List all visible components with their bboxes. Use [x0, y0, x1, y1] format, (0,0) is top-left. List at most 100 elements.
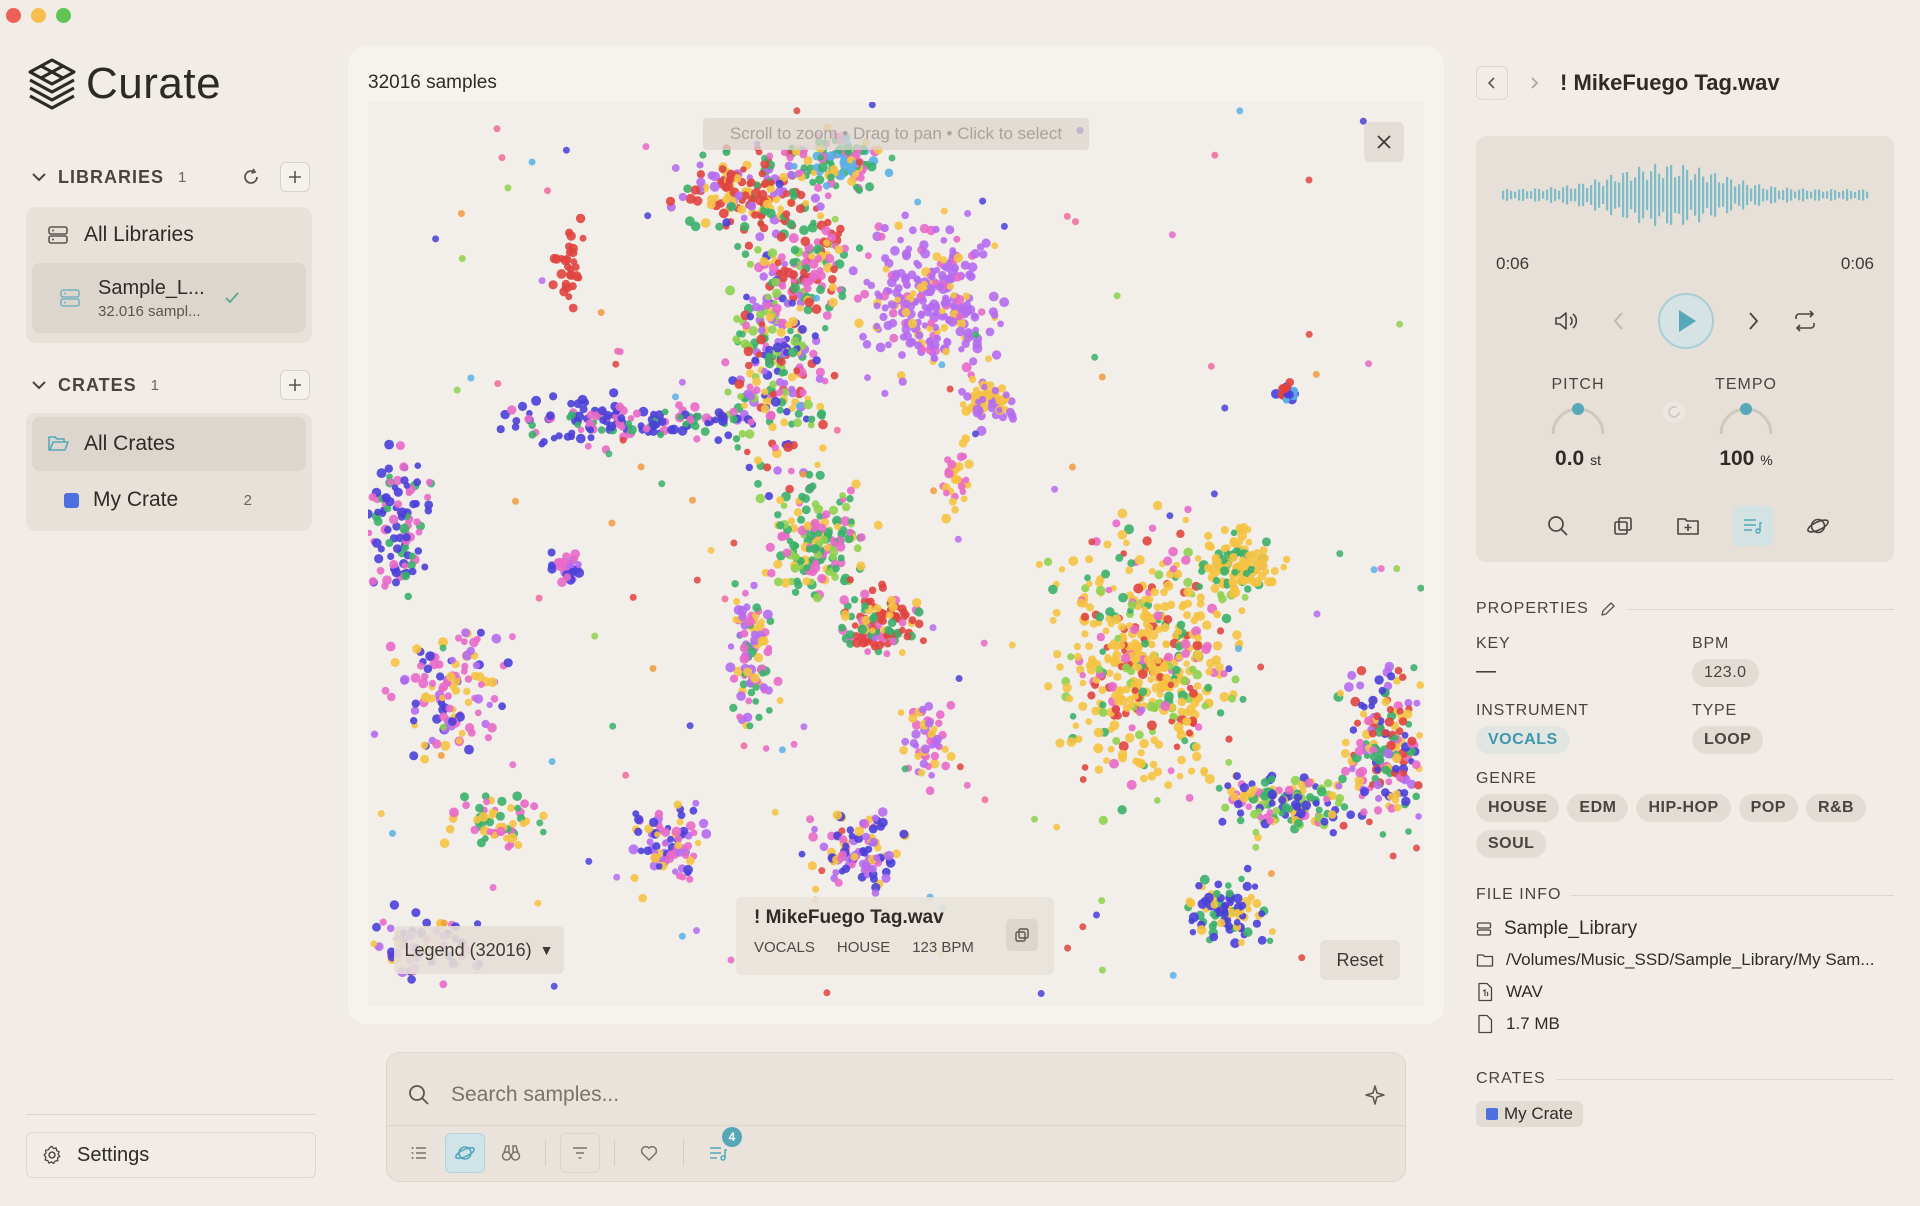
sample-point[interactable]	[696, 170, 705, 179]
sample-point[interactable]	[724, 431, 733, 440]
sample-point[interactable]	[539, 811, 548, 820]
sample-point[interactable]	[787, 467, 795, 475]
sample-point[interactable]	[777, 205, 785, 213]
sparkle-icon[interactable]	[1363, 1083, 1387, 1107]
sample-point[interactable]	[742, 321, 751, 330]
sample-point[interactable]	[831, 215, 839, 223]
sample-point[interactable]	[374, 554, 384, 564]
sample-point[interactable]	[686, 722, 694, 730]
sample-point[interactable]	[842, 842, 850, 850]
sample-point[interactable]	[549, 392, 558, 401]
sample-point[interactable]	[1253, 567, 1261, 575]
sample-point[interactable]	[1389, 852, 1397, 860]
duplicate-button[interactable]	[1603, 506, 1643, 546]
sample-point[interactable]	[1183, 660, 1190, 667]
sample-point[interactable]	[1076, 598, 1086, 608]
sample-point[interactable]	[474, 709, 482, 717]
sample-point[interactable]	[667, 835, 675, 843]
sample-point[interactable]	[1360, 787, 1370, 797]
sample-point[interactable]	[693, 927, 700, 935]
sample-point[interactable]	[467, 729, 476, 737]
sample-point[interactable]	[801, 494, 810, 503]
sample-point[interactable]	[475, 672, 485, 682]
sample-point[interactable]	[372, 922, 381, 932]
sample-point[interactable]	[957, 482, 966, 491]
sample-point[interactable]	[928, 772, 935, 779]
sample-point[interactable]	[1196, 600, 1205, 608]
sample-point[interactable]	[750, 581, 758, 590]
sample-point[interactable]	[546, 411, 555, 420]
sample-point[interactable]	[605, 450, 613, 458]
sample-point[interactable]	[503, 658, 513, 668]
sample-point[interactable]	[1258, 910, 1266, 918]
sample-point[interactable]	[1416, 732, 1423, 739]
sample-point[interactable]	[1157, 682, 1166, 692]
sample-point[interactable]	[1142, 536, 1152, 546]
sample-point[interactable]	[387, 692, 396, 702]
sample-point[interactable]	[1416, 681, 1424, 689]
sample-point[interactable]	[445, 824, 455, 834]
sample-point[interactable]	[1081, 764, 1089, 771]
sample-point[interactable]	[1064, 944, 1072, 952]
sample-point[interactable]	[402, 533, 411, 542]
sample-point[interactable]	[972, 430, 979, 438]
sample-point[interactable]	[750, 673, 760, 683]
sample-point[interactable]	[455, 737, 463, 745]
sample-point[interactable]	[370, 940, 377, 947]
sample-point[interactable]	[399, 523, 410, 534]
sample-point[interactable]	[1354, 746, 1365, 756]
sample-point[interactable]	[736, 713, 743, 720]
sample-point[interactable]	[1213, 890, 1221, 898]
sample-point[interactable]	[946, 385, 954, 393]
sample-point[interactable]	[743, 293, 750, 301]
sample-point[interactable]	[458, 729, 466, 737]
sample-point[interactable]	[410, 717, 418, 725]
sample-point[interactable]	[1095, 612, 1105, 622]
sample-point[interactable]	[432, 235, 440, 243]
sample-point[interactable]	[412, 644, 422, 654]
sample-point[interactable]	[884, 850, 894, 861]
sample-point[interactable]	[846, 576, 854, 584]
sample-point[interactable]	[665, 196, 676, 206]
sample-point[interactable]	[1180, 676, 1190, 686]
sample-point[interactable]	[1189, 929, 1197, 936]
sample-point[interactable]	[788, 299, 796, 307]
sample-point[interactable]	[1173, 743, 1181, 751]
sample-point[interactable]	[718, 208, 729, 219]
sample-point[interactable]	[498, 154, 506, 162]
sample-point[interactable]	[1234, 908, 1241, 916]
sample-point[interactable]	[1369, 752, 1379, 762]
sample-point[interactable]	[767, 569, 776, 578]
sample-point[interactable]	[778, 746, 786, 754]
sample-point[interactable]	[712, 194, 720, 202]
sample-point[interactable]	[1035, 560, 1043, 569]
sample-point[interactable]	[963, 300, 971, 309]
sample-point[interactable]	[1399, 673, 1407, 681]
sample-point[interactable]	[1113, 672, 1122, 681]
sample-point[interactable]	[649, 665, 657, 672]
sample-point[interactable]	[963, 328, 974, 338]
sample-point[interactable]	[838, 623, 846, 632]
sample-point[interactable]	[808, 482, 817, 491]
sample-point[interactable]	[829, 165, 839, 174]
sample-point[interactable]	[630, 874, 639, 882]
sample-point[interactable]	[1062, 683, 1072, 693]
sample-point[interactable]	[1312, 800, 1320, 807]
sample-point[interactable]	[1192, 742, 1201, 752]
sample-point[interactable]	[609, 722, 617, 730]
sample-point[interactable]	[741, 402, 748, 409]
sample-point[interactable]	[637, 847, 645, 855]
sample-point[interactable]	[417, 662, 425, 670]
sample-point[interactable]	[693, 576, 701, 584]
sample-point[interactable]	[855, 244, 864, 252]
sample-point[interactable]	[871, 634, 879, 642]
sample-point[interactable]	[1414, 781, 1423, 790]
sample-point[interactable]	[790, 740, 798, 748]
sample-point[interactable]	[802, 199, 810, 207]
sample-point[interactable]	[410, 706, 420, 715]
sample-point[interactable]	[799, 470, 807, 478]
sample-point[interactable]	[547, 564, 557, 574]
sample-point[interactable]	[372, 538, 382, 548]
sample-point[interactable]	[855, 158, 863, 166]
sample-point[interactable]	[381, 686, 390, 695]
